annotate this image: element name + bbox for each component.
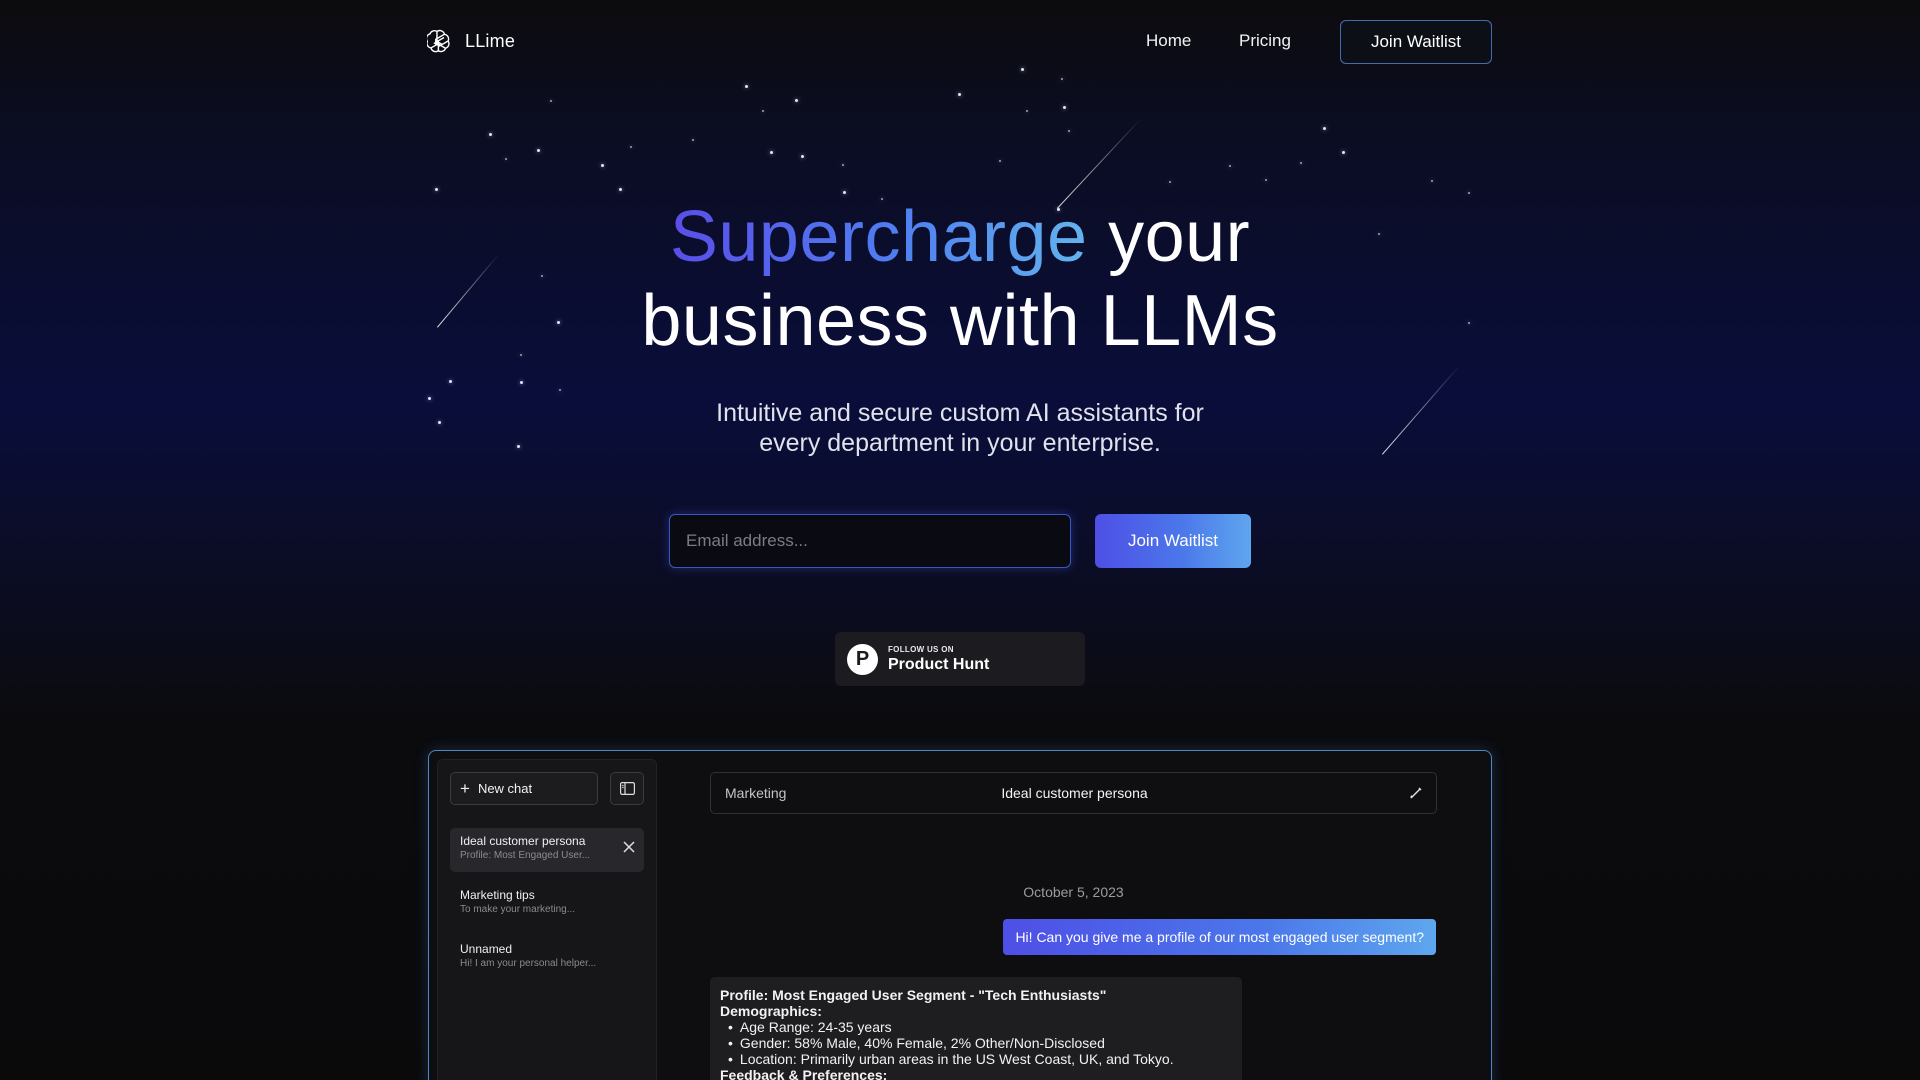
- join-waitlist-button[interactable]: Join Waitlist: [1095, 514, 1251, 568]
- openai-logo-icon: [427, 29, 450, 53]
- hero-subtitle-line-1: Intuitive and secure custom AI assistant…: [716, 399, 1204, 427]
- star: [505, 158, 507, 160]
- chat-sidebar: + New chat Ideal customer persona Profil…: [437, 759, 657, 1080]
- hero-title: Supercharge your business with LLMs: [0, 195, 1920, 363]
- star: [559, 389, 561, 391]
- star: [1063, 106, 1066, 109]
- star: [435, 188, 438, 191]
- hero-title-line-2: business with LLMs: [641, 281, 1279, 361]
- star: [1431, 180, 1433, 182]
- star: [762, 110, 764, 112]
- star: [1026, 110, 1028, 112]
- reply-feedback-label: Feedback & Preferences:: [720, 1067, 888, 1080]
- brand[interactable]: LLime: [427, 28, 515, 54]
- chat-item-preview: Hi! I am your personal helper...: [460, 958, 597, 969]
- user-message-bubble: Hi! Can you give me a profile of our mos…: [1003, 919, 1436, 955]
- star: [601, 164, 604, 167]
- hero-title-accent: Supercharge: [669, 197, 1088, 277]
- star: [795, 99, 798, 102]
- star: [537, 149, 540, 152]
- nav-link-home[interactable]: Home: [1146, 31, 1191, 51]
- star: [1300, 162, 1302, 164]
- hero-title-rest: your: [1087, 197, 1251, 277]
- star: [449, 380, 452, 383]
- star: [999, 160, 1001, 162]
- product-hunt-logo-icon: P: [847, 643, 878, 675]
- star: [842, 164, 844, 166]
- star: [619, 188, 622, 191]
- product-hunt-name: Product Hunt: [888, 655, 990, 673]
- conversation-date: October 5, 2023: [1023, 884, 1124, 900]
- chat-list-item-active[interactable]: Ideal customer persona Profile: Most Eng…: [450, 828, 644, 872]
- new-chat-button[interactable]: + New chat: [450, 772, 598, 805]
- product-hunt-caption: FOLLOW US ON: [888, 644, 954, 654]
- chat-item-preview: Profile: Most Engaged User...: [460, 850, 591, 861]
- star: [801, 155, 804, 158]
- list-item: Location: Primarily urban areas in the U…: [728, 1051, 1232, 1067]
- assistant-message-bubble: Profile: Most Engaged User Segment - "Te…: [710, 977, 1242, 1080]
- chat-list-item[interactable]: Unnamed Hi! I am your personal helper...: [450, 936, 644, 980]
- product-hunt-text: FOLLOW US ON Product Hunt: [888, 645, 989, 674]
- star: [550, 100, 552, 102]
- star: [489, 133, 492, 136]
- conversation-header: Marketing Ideal customer persona: [710, 772, 1437, 814]
- star: [1068, 130, 1070, 132]
- sidebar-panel-icon: [619, 782, 635, 795]
- hero-subtitle: Intuitive and secure custom AI assistant…: [0, 398, 1920, 458]
- nav-join-waitlist-button[interactable]: Join Waitlist: [1340, 20, 1492, 64]
- star: [1468, 192, 1470, 194]
- chat-item-title: Ideal customer persona: [460, 834, 586, 848]
- star: [1229, 165, 1231, 167]
- star: [1265, 179, 1267, 181]
- reply-demographics-label: Demographics:: [720, 1003, 822, 1019]
- hero-subtitle-line-2: every department in your enterprise.: [759, 429, 1161, 457]
- close-icon[interactable]: [622, 840, 636, 854]
- star: [1169, 181, 1171, 183]
- reply-demographics-list: Age Range: 24-35 years Gender: 58% Male,…: [720, 1019, 1232, 1067]
- star: [520, 381, 523, 384]
- nav-link-pricing[interactable]: Pricing: [1239, 31, 1291, 51]
- star: [1342, 151, 1345, 154]
- app-preview-window: + New chat Ideal customer persona Profil…: [428, 750, 1492, 1080]
- chat-item-title: Unnamed: [460, 942, 513, 956]
- plus-icon: +: [460, 779, 470, 798]
- toggle-sidebar-button[interactable]: [610, 772, 644, 805]
- star: [692, 139, 694, 141]
- list-item: Age Range: 24-35 years: [728, 1019, 1232, 1035]
- chat-list-item[interactable]: Marketing tips To make your marketing...: [450, 882, 644, 926]
- new-chat-label: New chat: [477, 781, 533, 796]
- reply-heading: Profile: Most Engaged User Segment - "Te…: [720, 987, 1107, 1003]
- chat-item-preview: To make your marketing...: [460, 904, 576, 915]
- list-item: Gender: 58% Male, 40% Female, 2% Other/N…: [728, 1035, 1232, 1051]
- pencil-icon[interactable]: [1408, 785, 1424, 801]
- brand-name: LLime: [465, 30, 516, 51]
- conversation-title: Ideal customer persona: [1001, 785, 1148, 801]
- star: [843, 191, 846, 194]
- star: [770, 151, 773, 154]
- star: [1323, 127, 1326, 130]
- top-nav: LLime Home Pricing Join Waitlist: [0, 0, 1920, 84]
- star: [745, 85, 748, 88]
- chat-item-title: Marketing tips: [460, 888, 535, 902]
- email-input[interactable]: [669, 514, 1071, 568]
- product-hunt-badge[interactable]: P FOLLOW US ON Product Hunt: [835, 632, 1085, 686]
- star: [958, 93, 961, 96]
- star: [630, 146, 632, 148]
